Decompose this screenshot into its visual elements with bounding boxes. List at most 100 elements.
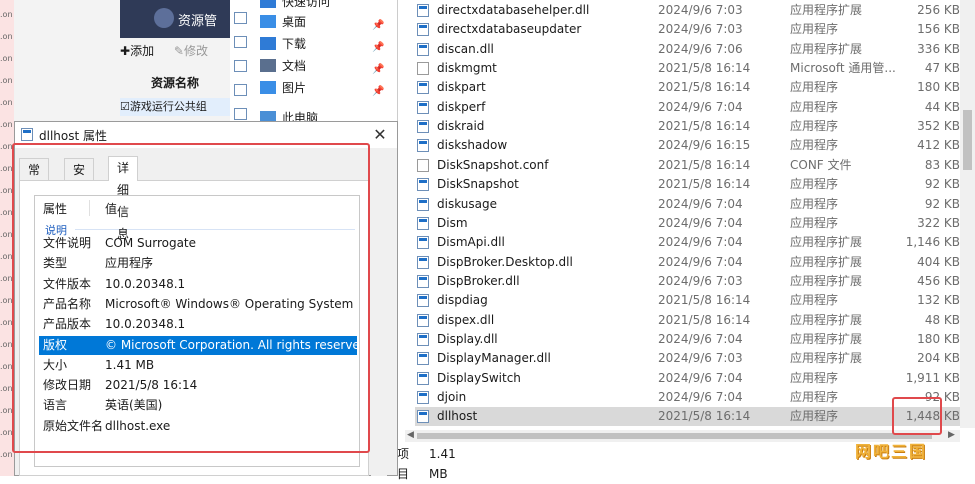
- annotation-frame-details: [12, 143, 370, 453]
- file-row[interactable]: DisplayManager.dll 2024/9/6 7:03 应用程序扩展 204…: [415, 349, 960, 368]
- file-name: DiskSnapshot: [437, 177, 519, 192]
- file-type: 应用程序扩展: [790, 331, 863, 346]
- file-size: 1,146 KB: [905, 235, 960, 250]
- file-name: DiskSnapshot.conf: [437, 157, 549, 172]
- file-row[interactable]: dllhost 2021/5/8 16:14 应用程序 1,448 KB: [415, 407, 960, 427]
- nav-item[interactable]: 下载 📌: [260, 34, 384, 54]
- file-row[interactable]: Dism 2024/9/6 7:04 应用程序 322 KB: [415, 214, 960, 233]
- nav-item[interactable]: 图片 📌: [260, 78, 384, 98]
- file-date: 2024/9/6 7:04: [658, 370, 743, 385]
- vertical-scrollbar[interactable]: [960, 0, 975, 428]
- file-type: 应用程序: [790, 119, 839, 134]
- nav-item[interactable]: 快速访问: [260, 0, 330, 12]
- file-row[interactable]: directxdatabaseupdater 2024/9/6 7:03 应用程序 1…: [415, 20, 960, 39]
- file-date: 2021/5/8 16:14: [658, 177, 751, 192]
- file-name: discan.dll: [437, 41, 494, 56]
- file-row[interactable]: diskshadow 2024/9/6 16:15 应用程序 412 KB: [415, 136, 960, 155]
- file-name: djoin: [437, 390, 467, 404]
- file-row[interactable]: DiskSnapshot 2021/5/8 16:14 应用程序 92 KB: [415, 175, 960, 194]
- nav-item-label: 下载: [282, 37, 307, 51]
- dialog-scrollbar[interactable]: [371, 180, 387, 476]
- application-icon: [417, 410, 429, 424]
- pictures-icon: [260, 81, 276, 94]
- application-icon: [417, 294, 429, 308]
- file-date: 2024/9/6 7:04: [658, 331, 743, 346]
- checkbox-icon[interactable]: ☑: [120, 100, 130, 113]
- file-row[interactable]: directxdatabasehelper.dll 2024/9/6 7:03 应用…: [415, 1, 960, 20]
- pin-icon[interactable]: 📌: [372, 38, 384, 58]
- file-row[interactable]: DisplaySwitch 2024/9/6 7:04 应用程序 1,911 KB: [415, 369, 960, 388]
- file-row[interactable]: DiskSnapshot.conf 2021/5/8 16:14 CONF 文件 83…: [415, 156, 960, 175]
- application-icon: [417, 178, 429, 192]
- nav-icon-column: [230, 0, 252, 125]
- navigation-pane: 快速访问 桌面 📌 下载 📌 文档 📌 图片 📌 此电脑: [252, 0, 398, 125]
- file-date: 2024/9/6 7:03: [658, 3, 743, 17]
- file-row[interactable]: diskperf 2024/9/6 7:04 应用程序 44 KB: [415, 98, 960, 117]
- file-name: diskraid: [437, 119, 485, 134]
- pin-icon[interactable]: 📌: [372, 82, 384, 102]
- side-icon: [234, 108, 247, 120]
- nav-item-label: 桌面: [282, 15, 307, 29]
- nav-item-label: 文档: [282, 59, 307, 73]
- nav-item[interactable]: 文档 📌: [260, 56, 384, 76]
- file-row[interactable]: DismApi.dll 2024/9/6 7:04 应用程序扩展 1,146 KB: [415, 233, 960, 252]
- file-date: 2021/5/8 16:14: [658, 409, 751, 424]
- file-row[interactable]: diskpart 2021/5/8 16:14 应用程序 180 KB: [415, 78, 960, 97]
- file-row[interactable]: diskraid 2021/5/8 16:14 应用程序 352 KB: [415, 117, 960, 136]
- application-icon: [417, 236, 429, 250]
- file-size: 322 KB: [917, 215, 960, 230]
- file-date: 2021/5/8 16:14: [658, 157, 751, 172]
- nav-item[interactable]: 桌面 📌: [260, 12, 384, 32]
- file-row[interactable]: djoin 2024/9/6 7:04 应用程序 92 KB: [415, 388, 960, 407]
- resource-row[interactable]: ☑游戏运行公共组: [120, 98, 230, 116]
- file-date: 2021/5/8 16:14: [658, 80, 751, 95]
- file-name: diskshadow: [437, 138, 508, 153]
- tab-details[interactable]: 详细信息: [108, 156, 139, 241]
- file-date: 2024/9/6 7:04: [658, 390, 743, 404]
- status-count-label: 项目: [397, 447, 410, 481]
- file-size: 44 KB: [924, 99, 960, 114]
- file-row[interactable]: Display.dll 2024/9/6 7:04 应用程序扩展 180 KB: [415, 330, 960, 349]
- file-size: 456 KB: [917, 273, 960, 288]
- file-row[interactable]: DispBroker.dll 2024/9/6 7:03 应用程序扩展 456 KB: [415, 272, 960, 291]
- file-icon: [417, 62, 429, 76]
- file-list: directxdatabasehelper.dll 2024/9/6 7:03 应用…: [405, 0, 975, 476]
- file-row[interactable]: diskmgmt 2021/5/8 16:14 Microsoft 通用管... 47…: [415, 59, 960, 78]
- application-icon: [417, 4, 429, 17]
- app-icon: [21, 128, 33, 141]
- column-header-resource-name[interactable]: 资源名称: [120, 74, 230, 94]
- file-row[interactable]: dispex.dll 2021/5/8 16:14 应用程序扩展 48 KB: [415, 311, 960, 330]
- close-icon[interactable]: ✕: [369, 124, 391, 146]
- edit-button[interactable]: ✎修改: [174, 44, 216, 58]
- file-row[interactable]: dispdiag 2021/5/8 16:14 应用程序 132 KB: [415, 291, 960, 310]
- file-name: diskperf: [437, 99, 486, 114]
- file-date: 2024/9/6 7:04: [658, 99, 743, 114]
- pin-icon[interactable]: 📌: [372, 60, 384, 80]
- file-type: 应用程序扩展: [790, 41, 863, 56]
- file-name: dispdiag: [437, 293, 488, 308]
- file-row[interactable]: diskusage 2024/9/6 7:04 应用程序 92 KB: [415, 195, 960, 214]
- file-type: 应用程序: [790, 177, 839, 192]
- application-icon: [417, 100, 429, 114]
- scroll-left-icon[interactable]: ◀: [407, 430, 414, 440]
- pin-icon[interactable]: 📌: [372, 16, 384, 36]
- file-size: 83 KB: [924, 157, 960, 172]
- file-type: 应用程序扩展: [790, 254, 863, 269]
- background-app-banner: 资源管: [120, 0, 230, 38]
- add-button[interactable]: ✚添加: [120, 44, 162, 58]
- scroll-thumb[interactable]: [963, 110, 972, 170]
- file-date: 2024/9/6 7:04: [658, 215, 743, 230]
- file-name: Display.dll: [437, 331, 498, 346]
- file-row[interactable]: DispBroker.Desktop.dll 2024/9/6 7:04 应用程序扩…: [415, 253, 960, 272]
- strip-item: .on: [0, 54, 13, 63]
- file-size: 180 KB: [917, 331, 960, 346]
- file-date: 2024/9/6 7:03: [658, 22, 743, 37]
- file-date: 2021/5/8 16:14: [658, 293, 751, 308]
- file-row[interactable]: discan.dll 2024/9/6 7:06 应用程序扩展 336 KB: [415, 40, 960, 59]
- file-icon: [417, 158, 429, 172]
- watermark: 网吧三国: [855, 442, 928, 461]
- app-logo-icon: [154, 8, 174, 28]
- strip-item: .on: [0, 10, 13, 19]
- file-type: 应用程序: [790, 409, 839, 424]
- file-type: CONF 文件: [790, 157, 852, 172]
